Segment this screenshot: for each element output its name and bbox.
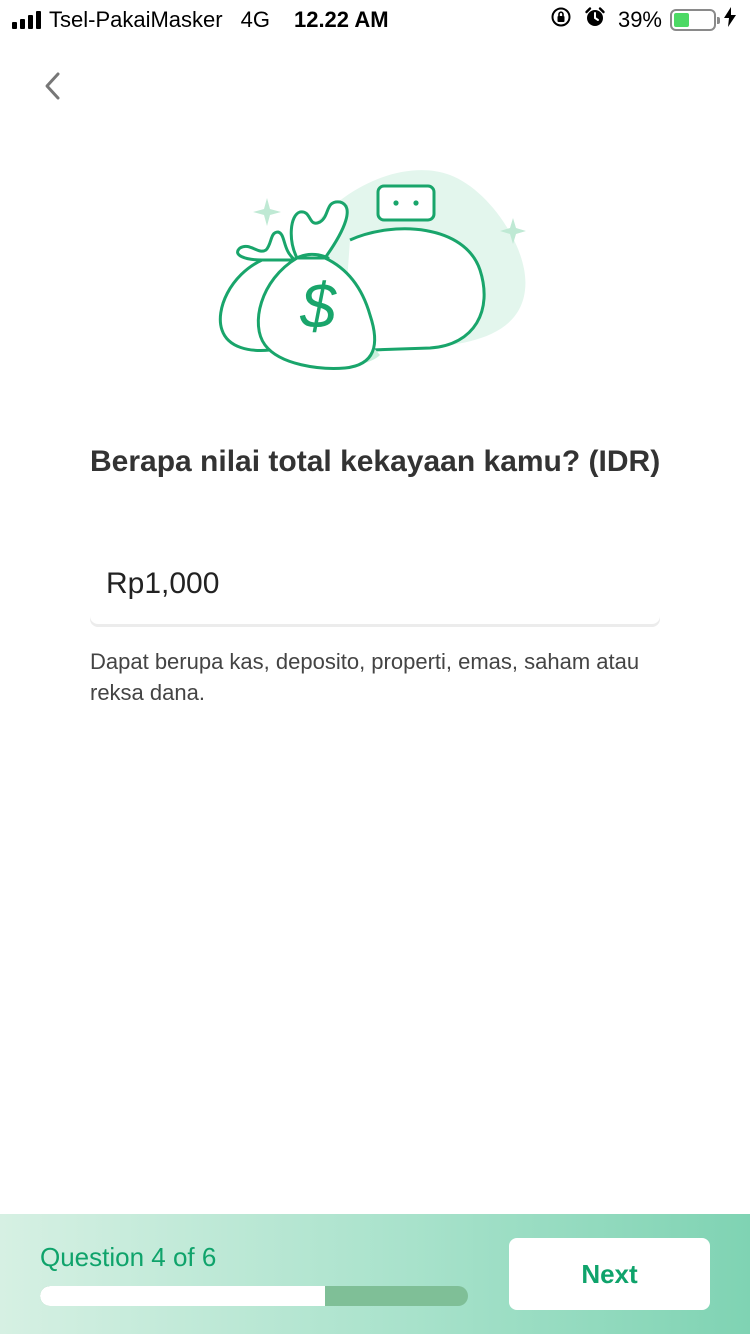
battery-fill: [674, 13, 689, 27]
question-title: Berapa nilai total kekayaan kamu? (IDR): [90, 445, 661, 478]
amount-input[interactable]: Rp1,000: [90, 544, 660, 624]
amount-input-value: Rp1,000: [106, 567, 220, 600]
progress-label: Question 4 of 6: [40, 1242, 217, 1272]
charging-icon: [724, 7, 736, 33]
progress-bar: [40, 1286, 468, 1306]
signal-icon: [12, 11, 41, 29]
carrier-name: Tsel-PakaiMasker: [49, 7, 223, 32]
status-bar-left: Tsel-PakaiMasker 4G 12.22 AM: [12, 7, 389, 33]
status-time: 12.22 AM: [293, 7, 389, 32]
screen: Tsel-PakaiMasker 4G 12.22 AM 39% $ Berap…: [0, 0, 750, 1334]
back-button[interactable]: [30, 62, 74, 110]
dollar-symbol: $: [299, 270, 337, 342]
progress-fill: [40, 1286, 326, 1306]
network-type: 4G: [240, 7, 270, 32]
alarm-icon: [584, 6, 606, 34]
battery-percent: 39%: [617, 7, 662, 32]
rotation-lock-icon: [550, 6, 572, 34]
status-bar: Tsel-PakaiMasker 4G 12.22 AM 39%: [0, 0, 750, 40]
next-button[interactable]: Next: [509, 1238, 710, 1310]
status-bar-right: 39%: [538, 6, 736, 34]
helper-text: Dapat berupa kas, deposito, properti, em…: [90, 649, 640, 705]
money-bags-illustration: $: [200, 160, 540, 380]
footer-bar: Question 4 of 6 Next: [0, 1214, 750, 1334]
chevron-left-icon: [45, 72, 60, 100]
battery-icon: [670, 9, 720, 31]
